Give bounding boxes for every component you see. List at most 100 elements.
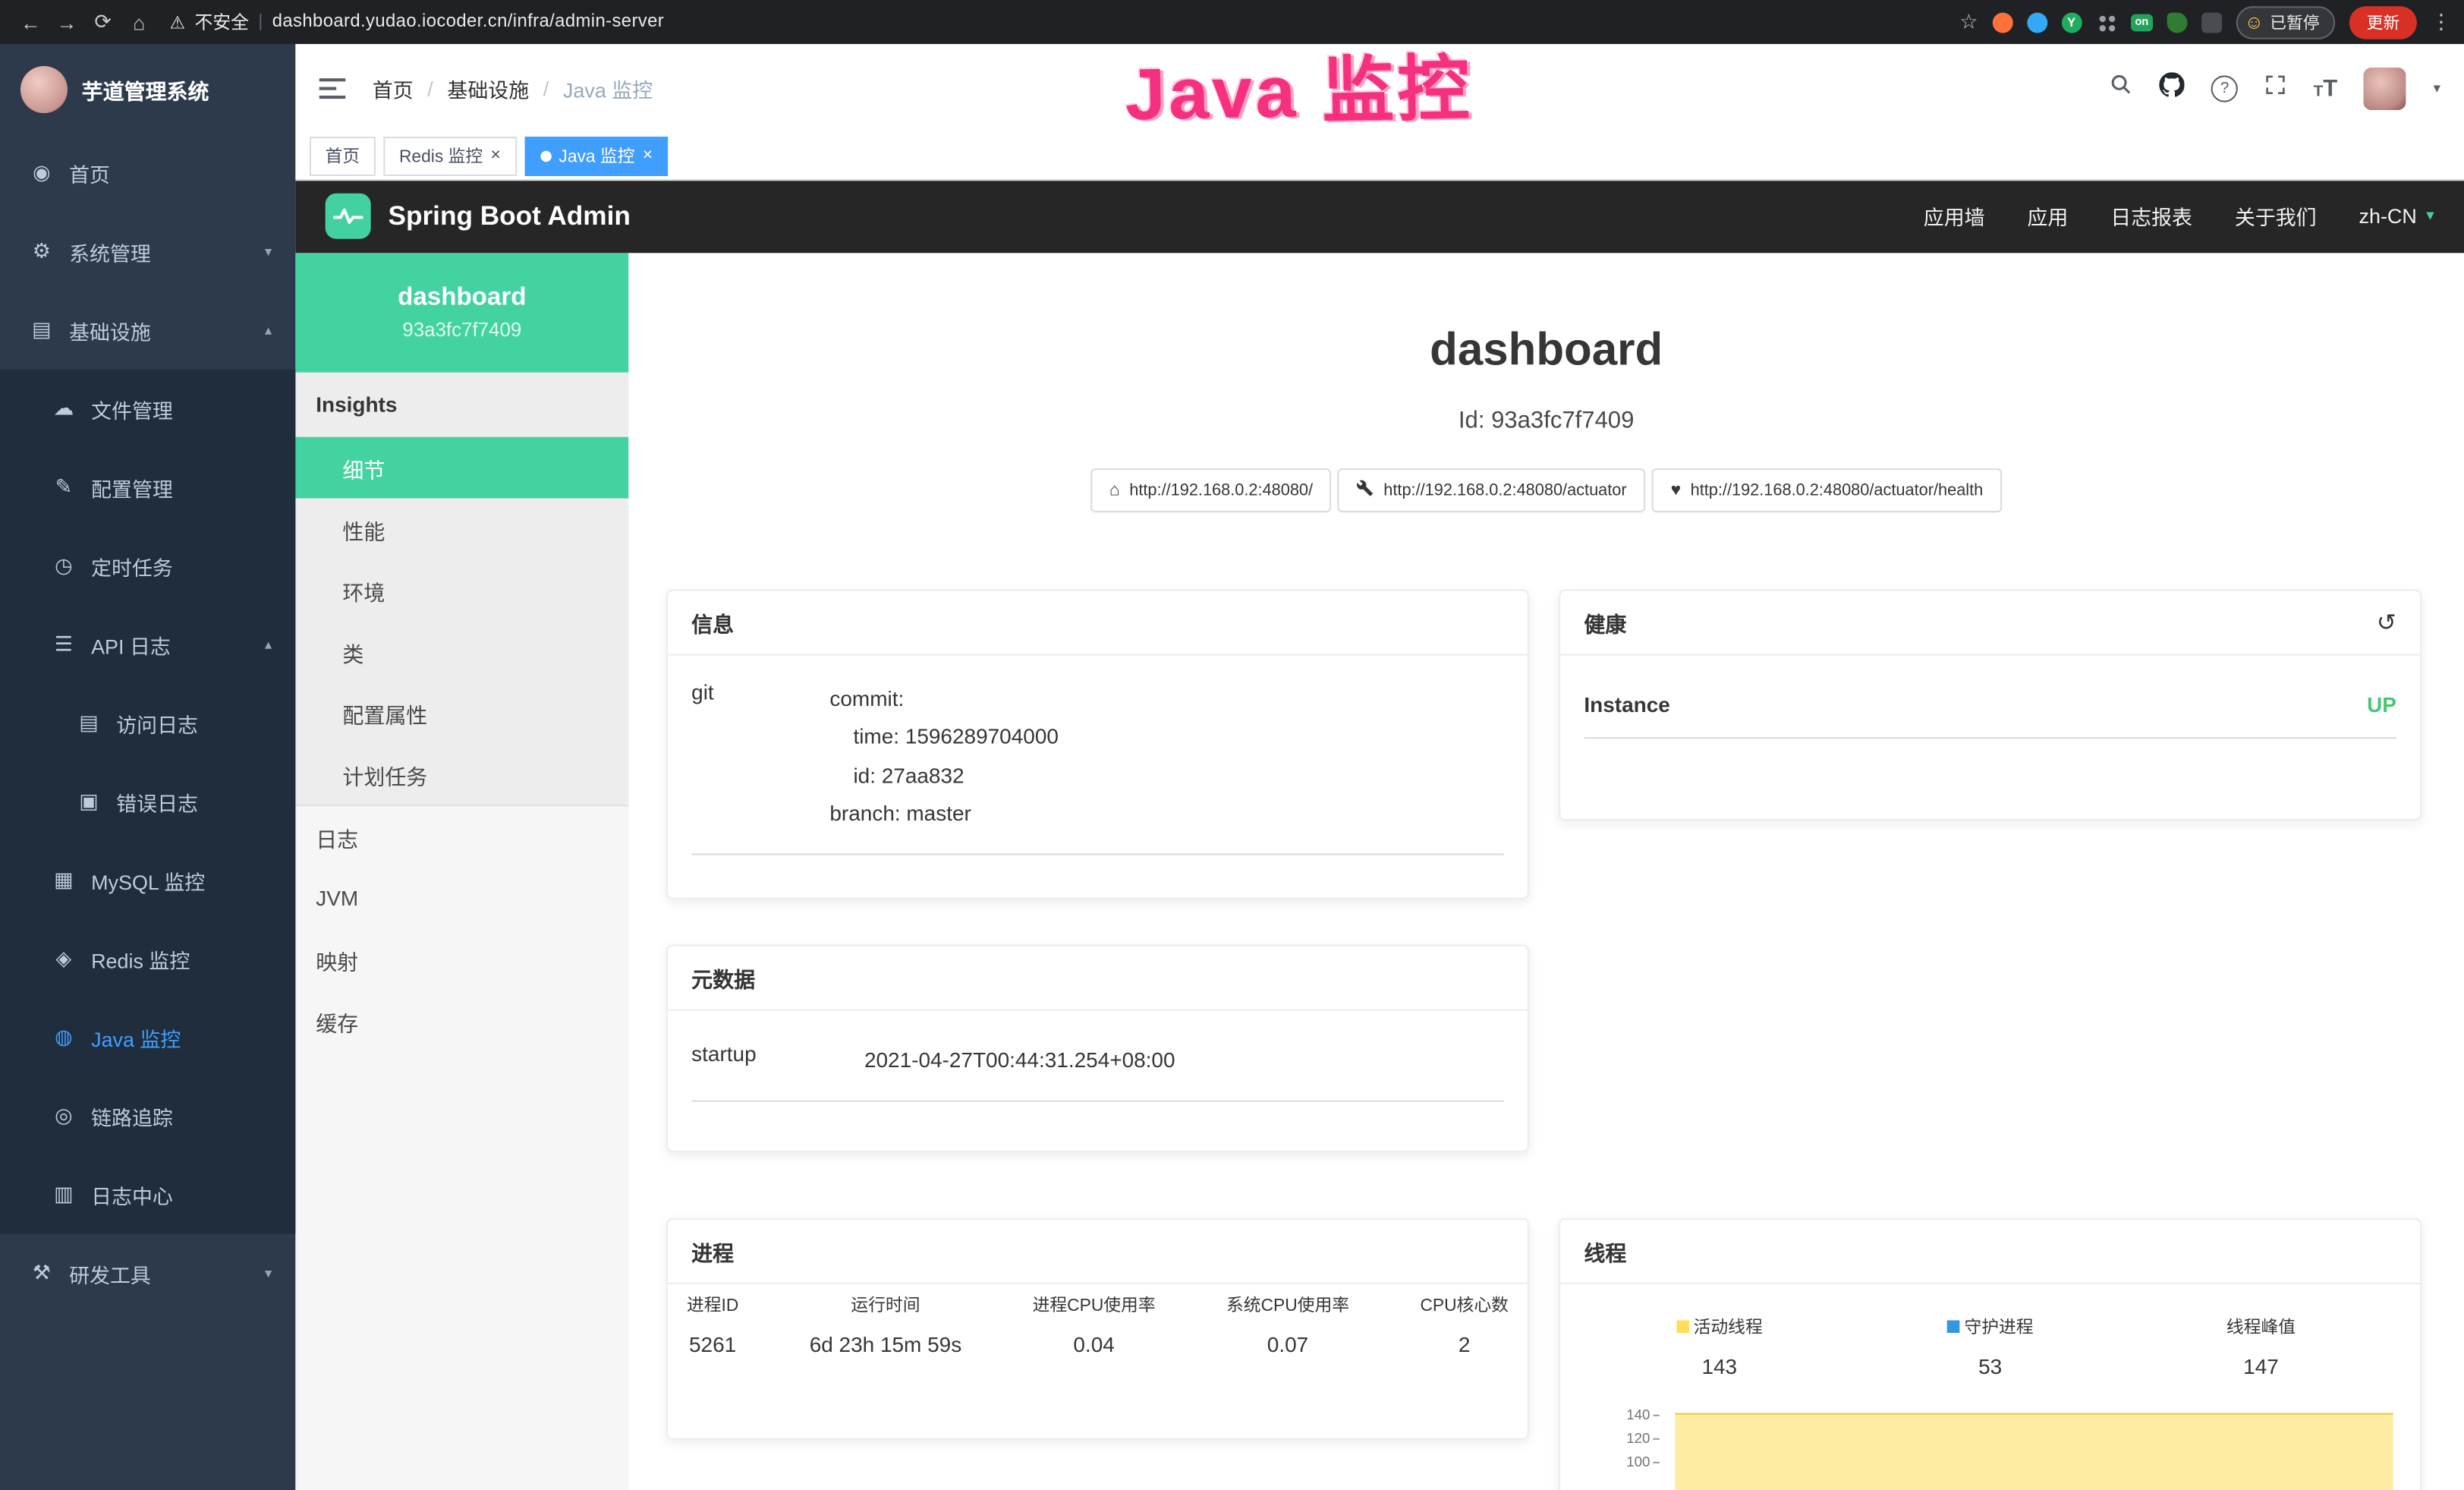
github-icon[interactable] — [2160, 71, 2185, 104]
cloud-icon: ☁ — [52, 396, 75, 421]
close-icon[interactable]: × — [490, 146, 500, 165]
hamburger-icon[interactable] — [319, 76, 345, 99]
profile-paused-badge[interactable]: ☺ 已暂停 — [2236, 5, 2335, 38]
logo-avatar — [20, 65, 68, 112]
endpoint-base-url-button[interactable]: ⌂ http://192.168.0.2:48080/ — [1090, 469, 1332, 513]
fullscreen-icon[interactable] — [2264, 73, 2286, 102]
tab-java[interactable]: Java 监控 × — [524, 136, 669, 175]
drop-extension-icon[interactable] — [2027, 12, 2047, 33]
sidebar-item-label: API 日志 — [91, 629, 171, 659]
sidebar-item-error-log[interactable]: ▣ 错误日志 — [0, 762, 295, 841]
sba-item-configprops[interactable]: 配置属性 — [295, 682, 628, 744]
history-icon[interactable]: ↺ — [2377, 608, 2396, 636]
help-icon[interactable]: ? — [2211, 74, 2238, 101]
locale-selector[interactable]: zh-CN ▾ — [2359, 204, 2434, 228]
search-icon[interactable] — [2109, 72, 2132, 103]
metadata-startup-row: startup 2021-04-27T00:44:31.254+08:00 — [691, 1042, 1504, 1102]
sba-item-environment[interactable]: 环境 — [295, 559, 628, 621]
info-card: 信息 git commit: time: 1596289704000 id: 2… — [666, 590, 1529, 899]
threads-chart: 140 120 100 — [1584, 1403, 2396, 1490]
breadcrumb-separator: / — [543, 76, 549, 99]
forward-icon[interactable]: → — [49, 10, 85, 33]
sidebar-item-mysql[interactable]: ▦ MySQL 监控 — [0, 841, 295, 920]
sidebar-item-job[interactable]: ◷ 定时任务 — [0, 527, 295, 606]
sidebar-item-java[interactable]: ◍ Java 监控 — [0, 998, 295, 1077]
chevron-down-icon: ▾ — [265, 1265, 272, 1282]
gear-icon: ⚙ — [30, 239, 53, 264]
back-icon[interactable]: ← — [13, 10, 49, 33]
bookmark-star-icon[interactable]: ☆ — [1959, 9, 1978, 34]
chevron-down-icon: ▾ — [2426, 207, 2434, 225]
url-text[interactable]: dashboard.yudao.iocoder.cn/infra/admin-s… — [272, 13, 664, 32]
leaf-extension-icon[interactable] — [2167, 12, 2188, 33]
sidebar-menu: ◉ 首页 ⚙ 系统管理 ▾ ▤ 基础设施 ▴ ☁ 文件管理 ✎ 配置管 — [0, 134, 295, 1490]
close-icon[interactable]: × — [643, 146, 653, 165]
endpoint-url: http://192.168.0.2:48080/ — [1129, 482, 1313, 501]
sidebar-item-infra[interactable]: ▤ 基础设施 ▴ — [0, 291, 295, 370]
tab-home[interactable]: 首页 — [310, 136, 376, 175]
sba-nav-journal[interactable]: 日志报表 — [2110, 201, 2192, 231]
sidebar-item-devtools[interactable]: ⚒ 研发工具 ▾ — [0, 1234, 295, 1313]
metric-pid: 进程ID 5261 — [687, 1292, 738, 1356]
sidebar-item-system[interactable]: ⚙ 系统管理 ▾ — [0, 213, 295, 291]
sidebar-item-redis[interactable]: ◈ Redis 监控 — [0, 919, 295, 998]
git-id-line: id: 27aa832 — [829, 757, 1503, 795]
metric-cpu-cores: CPU核心数 2 — [1420, 1292, 1508, 1356]
page-subtitle: Id: 93a3fc7f7409 — [628, 408, 2464, 434]
metadata-key: startup — [691, 1042, 864, 1080]
yellow-legend-swatch — [1676, 1320, 1689, 1333]
sba-item-mappings[interactable]: 映射 — [295, 929, 628, 991]
user-avatar[interactable] — [2364, 67, 2406, 109]
puzzle-extension-icon[interactable] — [2202, 12, 2223, 33]
page-title: dashboard — [628, 326, 2464, 377]
sba-logo-icon[interactable] — [326, 194, 371, 239]
sidebar-item-config[interactable]: ✎ 配置管理 — [0, 448, 295, 527]
sidebar-item-api-log[interactable]: ☰ API 日志 ▴ — [0, 605, 295, 684]
sidebar-item-log-center[interactable]: ▥ 日志中心 — [0, 1155, 295, 1234]
tab-redis[interactable]: Redis 监控 × — [383, 136, 516, 175]
home-icon[interactable]: ⌂ — [121, 10, 157, 33]
sba-item-classes[interactable]: 类 — [295, 621, 628, 682]
sba-nav: 应用墙 应用 日志报表 关于我们 zh-CN ▾ — [1924, 201, 2434, 231]
switch-on-extension-icon[interactable]: on — [2130, 14, 2153, 31]
sba-nav-applications[interactable]: 应用 — [2027, 201, 2068, 231]
sba-nav-about[interactable]: 关于我们 — [2235, 201, 2317, 231]
metric-system-cpu: 系统CPU使用率 0.07 — [1226, 1292, 1349, 1356]
address-bar[interactable]: ⚠ 不安全 | dashboard.yudao.iocoder.cn/infra… — [170, 9, 664, 34]
access-log-icon: ▤ — [77, 710, 100, 736]
endpoint-buttons: ⌂ http://192.168.0.2:48080/ http://192.1… — [628, 469, 2464, 513]
sidebar-item-trace[interactable]: ◎ 链路追踪 — [0, 1076, 295, 1155]
sba-nav-wallboard[interactable]: 应用墙 — [1924, 201, 1985, 231]
app-logo[interactable]: 芋道管理系统 — [0, 44, 295, 134]
sidebar-item-home[interactable]: ◉ 首页 — [0, 134, 295, 213]
endpoint-health-button[interactable]: ♥ http://192.168.0.2:48080/actuator/heal… — [1652, 469, 2002, 513]
instance-header[interactable]: dashboard 93a3fc7f7409 — [295, 253, 628, 372]
avatar-caret-icon[interactable]: ▾ — [2434, 80, 2440, 97]
browser-menu-icon[interactable]: ⋮ — [2431, 9, 2452, 34]
sba-item-scheduled[interactable]: 计划任务 — [295, 743, 628, 805]
sba-item-logs[interactable]: 日志 — [295, 806, 628, 868]
breadcrumb-home[interactable]: 首页 — [373, 73, 414, 102]
font-size-icon[interactable]: TT — [2314, 76, 2338, 99]
endpoint-actuator-button[interactable]: http://192.168.0.2:48080/actuator — [1338, 469, 1645, 513]
sba-item-details[interactable]: 细节 — [295, 437, 628, 499]
infra-submenu: ☁ 文件管理 ✎ 配置管理 ◷ 定时任务 ☰ API 日志 ▴ ▤ — [0, 370, 295, 1234]
fox-extension-icon[interactable] — [1992, 12, 2012, 33]
y-extension-icon[interactable]: Y — [2061, 12, 2082, 33]
sba-item-caches[interactable]: 缓存 — [295, 991, 628, 1052]
update-button[interactable]: 更新 — [2349, 5, 2417, 38]
screen: ← → ⟳ ⌂ ⚠ 不安全 | dashboard.yudao.iocoder.… — [0, 0, 2464, 1490]
sba-item-metrics[interactable]: 性能 — [295, 498, 628, 559]
health-card: 健康 ↺ Instance UP — [1559, 590, 2422, 821]
sba-main: dashboard Id: 93a3fc7f7409 ⌂ http://192.… — [628, 253, 2464, 1490]
sba-item-jvm[interactable]: JVM — [295, 868, 628, 929]
sidebar-item-file[interactable]: ☁ 文件管理 — [0, 370, 295, 449]
sba-sidebar: dashboard 93a3fc7f7409 Insights 细节 性能 环境… — [295, 253, 630, 1490]
breadcrumb-current: Java 监控 — [563, 73, 653, 102]
sidebar-item-access-log[interactable]: ▤ 访问日志 — [0, 684, 295, 763]
breadcrumb-infra[interactable]: 基础设施 — [447, 73, 529, 102]
spring-boot-admin: Spring Boot Admin 应用墙 应用 日志报表 关于我们 zh-CN… — [295, 179, 2464, 1490]
reload-icon[interactable]: ⟳ — [85, 9, 121, 34]
threads-legend: 活动线程 143 守护进程 53 线程峰值 147 — [1584, 1309, 2396, 1378]
apps-grid-icon[interactable] — [2096, 12, 2116, 33]
